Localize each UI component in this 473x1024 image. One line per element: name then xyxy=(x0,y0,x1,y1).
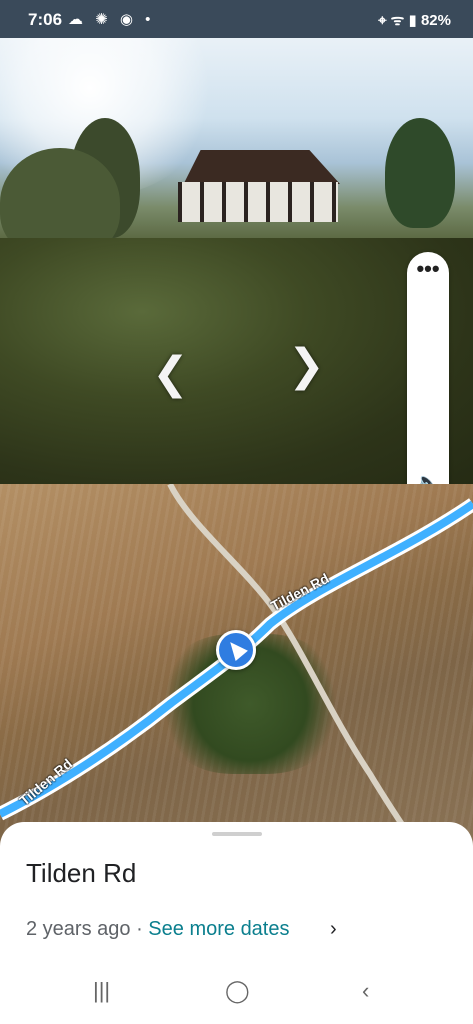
see-more-dates-link[interactable]: See more dates xyxy=(148,918,289,940)
date-line: 2 years ago · See more dates xyxy=(26,918,290,941)
separator: · xyxy=(130,918,149,940)
tree xyxy=(385,118,455,228)
tudor-house xyxy=(170,150,340,222)
hedge xyxy=(0,238,473,484)
more-options-icon[interactable]: ••• xyxy=(407,258,449,294)
status-right: ⌖ ᯤ ▮ 82% xyxy=(378,10,451,30)
notification-icons: ☁ ✺ ◉ • xyxy=(68,11,155,28)
battery-percent: 82% xyxy=(420,12,451,29)
connectivity-icons: ⌖ ᯤ ▮ xyxy=(378,12,417,29)
street-view-controls: ••• 🔈 xyxy=(407,252,449,506)
street-view-panorama[interactable]: ❮ ❯ xyxy=(0,38,473,484)
prev-arrow-button[interactable]: ❮ xyxy=(152,348,189,399)
home-button[interactable]: ◯ xyxy=(225,978,250,1004)
next-arrow-button[interactable]: ❯ xyxy=(288,340,325,391)
system-nav-bar: ||| ◯ ‹ xyxy=(0,968,473,1024)
back-button[interactable]: ‹ xyxy=(362,978,369,1004)
house-walls xyxy=(178,182,338,222)
recents-button[interactable]: ||| xyxy=(93,978,110,1004)
capture-date: 2 years ago xyxy=(26,918,131,940)
chevron-right-icon[interactable]: › xyxy=(330,918,337,941)
house-roof xyxy=(183,150,340,184)
direction-arrow-icon xyxy=(224,636,248,662)
current-location-icon[interactable] xyxy=(216,630,256,670)
status-bar: 7:06 ☁ ✺ ◉ • ⌖ ᯤ ▮ 82% xyxy=(0,0,473,38)
drag-handle[interactable] xyxy=(212,832,262,836)
place-title: Tilden Rd xyxy=(26,858,137,888)
status-time: 7:06 xyxy=(28,10,63,29)
